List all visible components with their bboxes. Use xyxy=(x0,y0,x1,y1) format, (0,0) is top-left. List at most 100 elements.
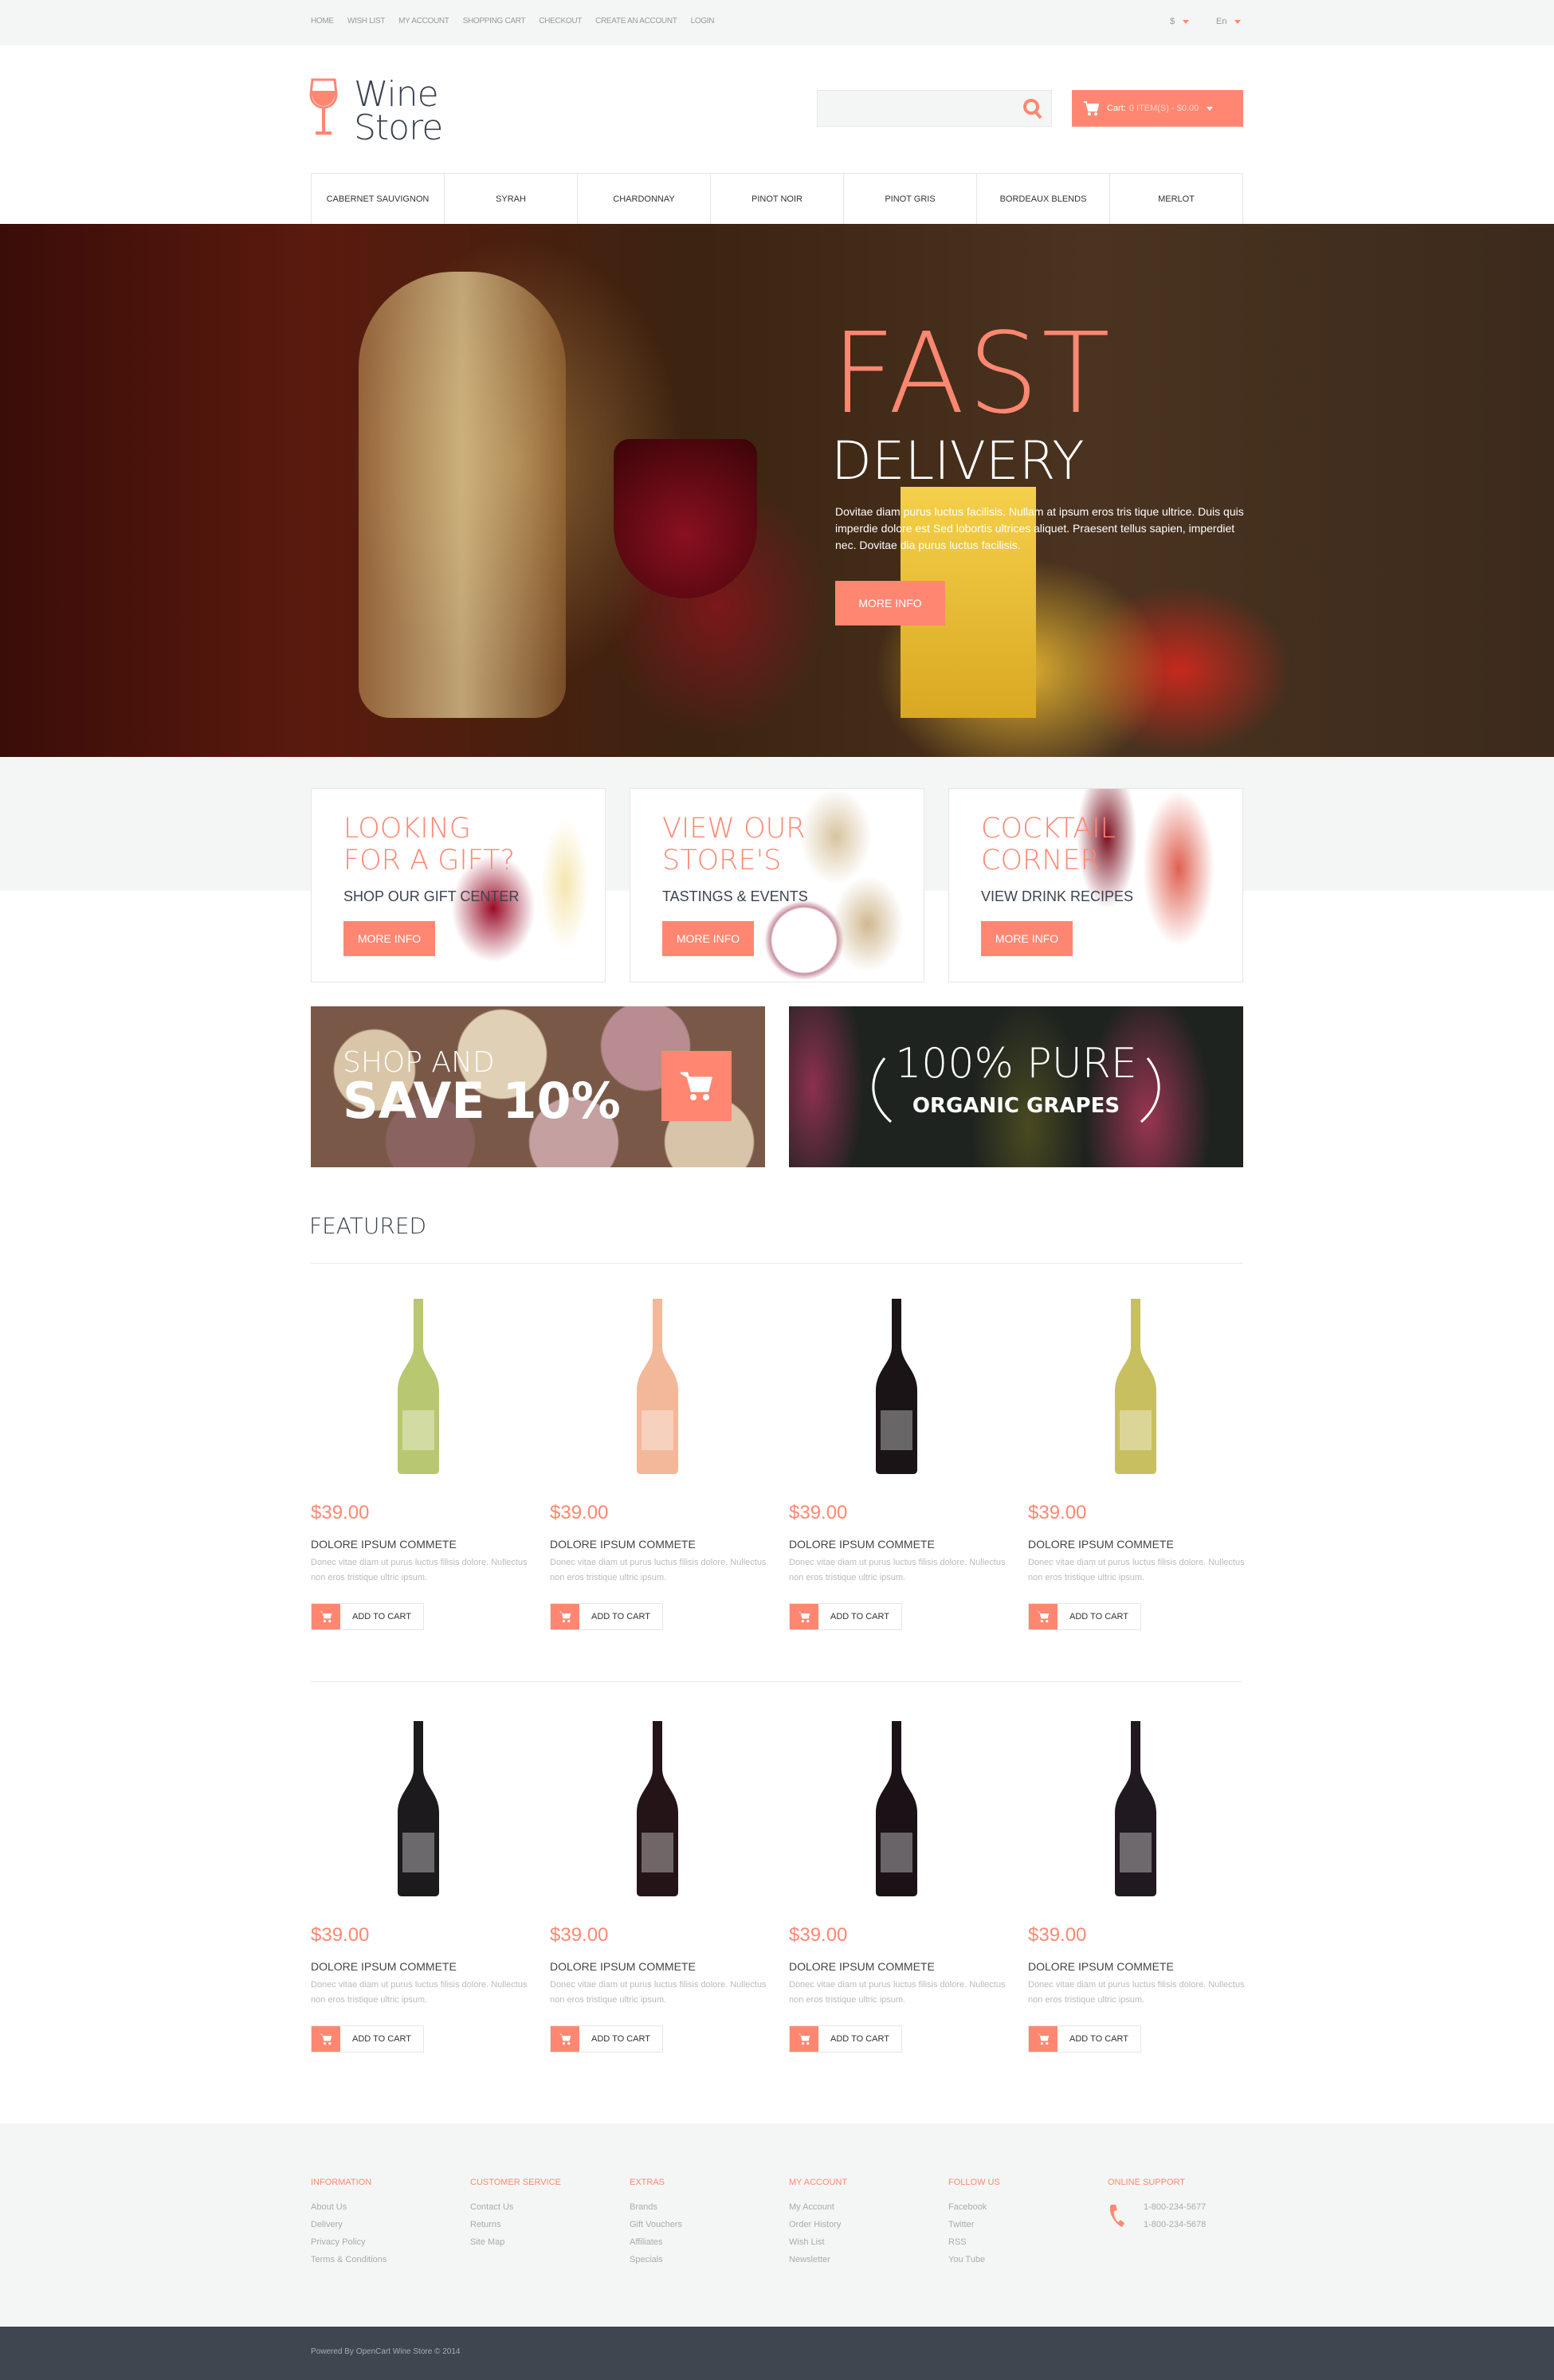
footer-link[interactable]: Facebook xyxy=(948,2198,1108,2216)
footer-link[interactable]: Privacy Policy xyxy=(311,2233,470,2251)
footer-link[interactable]: RSS xyxy=(948,2233,1108,2251)
product-name[interactable]: DOLORE IPSUM COMMETE xyxy=(311,1960,457,1973)
copyright: Powered By OpenCart Wine Store © 2014 xyxy=(311,2347,461,2356)
footer-heading: FOLLOW US xyxy=(948,2178,1000,2187)
product-image[interactable] xyxy=(614,1299,701,1478)
footer-link[interactable]: My Account xyxy=(789,2198,948,2216)
footer-link[interactable]: You Tube xyxy=(948,2251,1108,2268)
promo-subtitle: TASTINGS & EVENTS xyxy=(662,888,808,904)
product-image[interactable] xyxy=(1092,1299,1179,1478)
add-to-cart-button[interactable]: ADD TO CART xyxy=(550,2025,663,2053)
featured-title: FEATURED xyxy=(309,1213,427,1239)
product-description: Donec vitae diam ut purus luctus filisis… xyxy=(1028,1980,1245,2005)
add-to-cart-button[interactable]: ADD TO CART xyxy=(1028,2025,1141,2053)
cart-icon xyxy=(1029,1604,1058,1629)
cart-button[interactable]: Cart: 0 ITEM(S) - $0.00 xyxy=(1072,90,1243,127)
organic-banner[interactable]: 100% PURE ORGANIC GRAPES xyxy=(789,1006,1243,1167)
hero-slider xyxy=(0,224,1554,757)
footer-link[interactable]: Specials xyxy=(630,2251,789,2268)
product-image[interactable] xyxy=(853,1721,940,1900)
footer-link[interactable]: Wish List xyxy=(789,2233,948,2251)
add-to-cart-label: ADD TO CART xyxy=(1069,2034,1128,2044)
product-name[interactable]: DOLORE IPSUM COMMETE xyxy=(1028,1538,1174,1551)
promo-more-info-button[interactable]: MORE INFO xyxy=(343,921,435,956)
product-price: $39.00 xyxy=(789,1502,848,1523)
footer-link[interactable]: Returns xyxy=(470,2216,630,2233)
add-to-cart-button[interactable]: ADD TO CART xyxy=(789,1603,902,1630)
save-banner[interactable]: SHOP AND SAVE 10% xyxy=(311,1006,765,1167)
product-price: $39.00 xyxy=(1028,1924,1087,1946)
product-name[interactable]: DOLORE IPSUM COMMETE xyxy=(550,1960,696,1973)
footer-link[interactable]: Gift Vouchers xyxy=(630,2216,789,2233)
promo-more-info-button[interactable]: MORE INFO xyxy=(981,921,1073,956)
logo[interactable]: Wine Store xyxy=(309,77,443,146)
search-input[interactable] xyxy=(817,90,1052,127)
top-link[interactable]: MY ACCOUNT xyxy=(398,17,449,25)
top-link[interactable]: CHECKOUT xyxy=(539,17,582,25)
add-to-cart-button[interactable]: ADD TO CART xyxy=(550,1603,663,1630)
product-name[interactable]: DOLORE IPSUM COMMETE xyxy=(789,1960,935,1973)
top-link[interactable]: LOGIN xyxy=(691,17,715,25)
add-to-cart-label: ADD TO CART xyxy=(1069,1612,1128,1621)
footer-link[interactable]: Terms & Conditions xyxy=(311,2251,470,2268)
hero-more-info-button[interactable]: MORE INFO xyxy=(835,581,945,625)
product-image[interactable] xyxy=(375,1721,462,1900)
nav-item[interactable]: CHARDONNAY xyxy=(577,174,710,224)
footer-link[interactable]: Site Map xyxy=(470,2233,630,2251)
footer-link[interactable]: Delivery xyxy=(311,2216,470,2233)
product-name[interactable]: DOLORE IPSUM COMMETE xyxy=(789,1538,935,1551)
hero-title: FAST xyxy=(831,309,1113,439)
add-to-cart-button[interactable]: ADD TO CART xyxy=(1028,1603,1141,1630)
nav-item[interactable]: PINOT GRIS xyxy=(843,174,976,224)
footer-heading: EXTRAS xyxy=(630,2178,665,2187)
nav-item[interactable]: BORDEAUX BLENDS xyxy=(976,174,1109,224)
promo-box[interactable]: VIEW OUR STORE'S TASTINGS & EVENTS MORE I… xyxy=(630,788,924,982)
top-link[interactable]: WISH LIST xyxy=(347,17,386,25)
product-price: $39.00 xyxy=(1028,1502,1087,1523)
search-icon[interactable] xyxy=(1022,98,1043,120)
promo-box[interactable]: COCKTAIL CORNER VIEW DRINK RECIPES MORE I… xyxy=(948,788,1243,982)
product-name[interactable]: DOLORE IPSUM COMMETE xyxy=(311,1538,457,1551)
product-description: Donec vitae diam ut purus luctus filisis… xyxy=(311,1558,528,1582)
divider xyxy=(311,1681,1243,1682)
footer-link[interactable]: Brands xyxy=(630,2198,789,2216)
product-image[interactable] xyxy=(853,1299,940,1478)
footer-link[interactable]: About Us xyxy=(311,2198,470,2216)
bottom-bar xyxy=(0,2327,1554,2380)
add-to-cart-button[interactable]: ADD TO CART xyxy=(311,1603,424,1630)
top-link[interactable]: HOME xyxy=(311,17,334,25)
promo-title: COCKTAIL CORNER xyxy=(981,813,1116,876)
top-link[interactable]: CREATE AN ACCOUNT xyxy=(595,17,677,25)
chevron-down-icon xyxy=(1234,19,1242,24)
promo-title: VIEW OUR STORE'S xyxy=(662,813,806,876)
product-image[interactable] xyxy=(1092,1721,1179,1900)
nav-item[interactable]: SYRAH xyxy=(444,174,577,224)
footer-link[interactable]: Twitter xyxy=(948,2216,1108,2233)
footer-link[interactable]: Affiliates xyxy=(630,2233,789,2251)
add-to-cart-button[interactable]: ADD TO CART xyxy=(311,2025,424,2053)
footer-link[interactable]: Contact Us xyxy=(470,2198,630,2216)
nav-item[interactable]: PINOT NOIR xyxy=(710,174,843,224)
cart-icon xyxy=(790,2026,818,2052)
cart-icon xyxy=(1084,101,1099,116)
product-image[interactable] xyxy=(375,1299,462,1478)
cart-icon xyxy=(790,1604,818,1629)
nav-item[interactable]: CABERNET SAUVIGNON xyxy=(311,174,444,224)
add-to-cart-button[interactable]: ADD TO CART xyxy=(789,2025,902,2053)
language-dropdown[interactable]: En xyxy=(1216,17,1242,26)
footer-column: INFORMATION About Us Delivery Privacy Polic… xyxy=(311,2178,470,2268)
footer-heading: ONLINE SUPPORT xyxy=(1108,2178,1185,2187)
product-name[interactable]: DOLORE IPSUM COMMETE xyxy=(1028,1960,1174,1973)
shop-cart-button[interactable] xyxy=(661,1051,732,1121)
currency-dropdown[interactable]: $ xyxy=(1170,17,1190,26)
footer-link[interactable]: Newsletter xyxy=(789,2251,948,2268)
top-link[interactable]: SHOPPING CART xyxy=(463,17,526,25)
product-name[interactable]: DOLORE IPSUM COMMETE xyxy=(550,1538,696,1551)
product-image[interactable] xyxy=(614,1721,701,1900)
footer-link[interactable]: Order History xyxy=(789,2216,948,2233)
organic-line1: 100% PURE xyxy=(895,1040,1137,1088)
promo-box[interactable]: LOOKING FOR A GIFT? SHOP OUR GIFT CENTER … xyxy=(311,788,606,982)
cart-icon xyxy=(681,1072,712,1100)
promo-more-info-button[interactable]: MORE INFO xyxy=(662,921,754,956)
nav-item[interactable]: MERLOT xyxy=(1109,174,1243,224)
